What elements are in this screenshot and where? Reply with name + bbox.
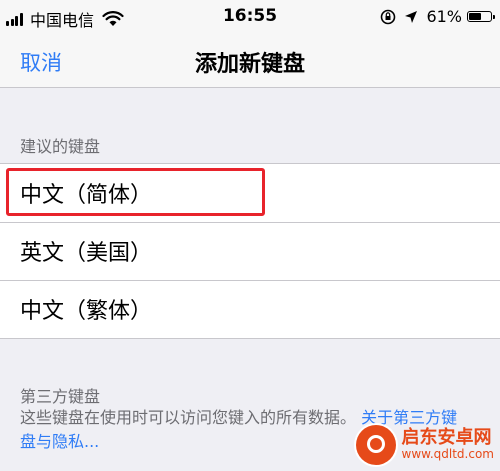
watermark-name: 启东安卓网 [401,427,492,449]
third-party-description-text: 这些键盘在使用时可以访问您键入的所有数据。 [20,408,357,427]
rotation-lock-icon [381,9,396,24]
suggested-keyboards-header: 建议的键盘 [20,137,101,156]
keyboard-item-chinese-traditional[interactable]: 中文（繁体） [0,280,500,338]
watermark: 启东安卓网 www.qdltd.com [355,425,495,465]
keyboard-item-label: 中文（繁体） [20,299,153,324]
status-bar: 中国电信 16:55 61% [0,0,500,34]
highlight-annotation [6,168,265,216]
battery-percent: 61% [426,7,462,26]
watermark-logo-icon [355,425,396,465]
battery-icon [467,11,495,22]
keyboard-item-label: 英文（美国） [20,241,153,266]
watermark-text: 启东安卓网 www.qdltd.com [401,427,495,462]
nav-bar: 取消 添加新键盘 [0,34,500,88]
third-party-keyboards-header: 第三方键盘 [20,387,101,406]
status-right: 61% [380,7,495,26]
location-icon [405,10,418,23]
keyboard-item-english-us[interactable]: 英文（美国） [0,222,500,280]
page-title: 添加新键盘 [194,52,305,77]
battery-fill [469,13,482,20]
watermark-url: www.qdltd.com [401,447,495,462]
